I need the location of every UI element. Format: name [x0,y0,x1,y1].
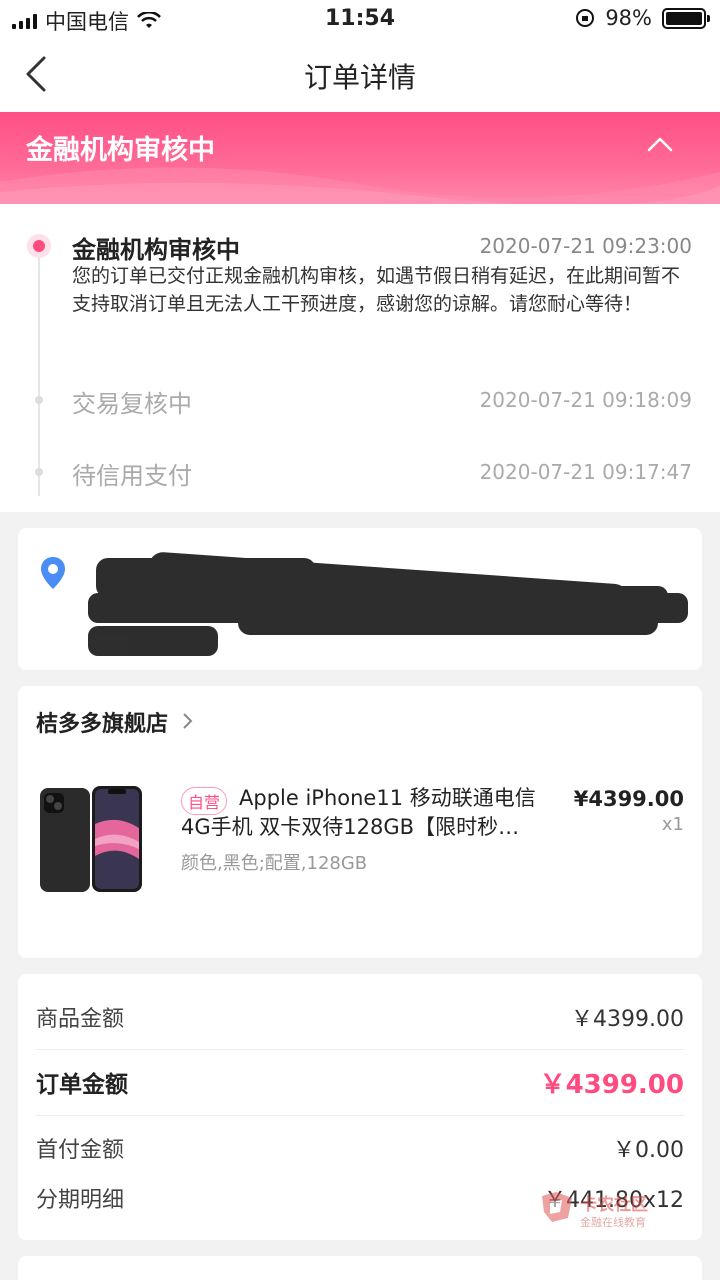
watermark-title: 卡农社区 [580,1195,648,1215]
timeline-dot-active [27,234,51,258]
divider [36,1115,684,1116]
nav-bar: 订单详情 [0,36,720,112]
down-payment-value: ￥0.00 [613,1138,684,1163]
timeline-status: 交易复核中 [72,390,192,418]
order-amount-label: 订单金额 [36,1072,128,1098]
store-name[interactable]: 桔多多旗舰店 [36,706,168,738]
timeline-description: 您的订单已交付正规金融机构审核，如遇节假日稍有延迟，在此期间暂不支持取消订单且无… [72,265,681,315]
chevron-right-icon[interactable] [182,712,194,730]
product-card: 桔多多旗舰店 Apple iPhone11 移动联通电信4G手机 双卡双待128… [18,686,702,958]
address-card[interactable] [18,528,702,670]
product-quantity: x1 [661,814,684,835]
down-payment-label: 首付金额 [36,1138,125,1163]
orientation-lock-icon [576,9,595,27]
down-payment-row: 首付金额 ￥0.00 [36,1131,684,1165]
redacted-address [88,552,688,656]
banner-title: 金融机构审核中 [26,135,215,166]
self-operated-tag: 自营 [181,787,228,815]
goods-amount-row: 商品金额 ￥4399.00 [36,1000,684,1034]
status-bar: 中国电信 11:54 98% [0,0,720,36]
timeline-status: 待信用支付 [72,462,192,490]
page-title: 订单详情 [303,61,416,94]
product-name[interactable]: Apple iPhone11 移动联通电信4G手机 双卡双待128GB【限时秒… [181,784,551,842]
timeline-time: 2020-07-21 09:17:47 [479,460,692,484]
watermark-subtitle: 金融在线教育 [580,1216,646,1229]
timeline-line [38,246,40,496]
product-image[interactable] [38,784,144,894]
watermark-logo-icon [542,1192,572,1222]
timeline-status: 金融机构审核中 [72,236,240,264]
timeline-time: 2020-07-21 09:18:09 [479,388,692,412]
goods-amount-value: ￥4399.00 [571,1007,684,1032]
order-timeline: 金融机构审核中 2020-07-21 09:23:00 您的订单已交付正规金融机… [0,204,720,512]
timeline-dot [35,396,43,404]
product-attributes: 颜色,黑色;配置,128GB [181,853,368,874]
order-amount-value: ￥4399.00 [539,1069,684,1100]
timeline-dot [35,468,43,476]
watermark: 卡农社区 金融在线教育 [538,1188,688,1232]
chevron-up-icon[interactable] [646,134,674,154]
location-pin-icon [41,557,65,589]
status-banner[interactable]: 金融机构审核中 [0,112,720,204]
timeline-time: 2020-07-21 09:23:00 [479,234,692,258]
product-price: ¥4399.00 [573,787,684,811]
installment-label: 分期明细 [36,1188,125,1213]
battery-icon [662,7,710,29]
battery-percent: 98% [605,6,652,30]
next-card [18,1256,702,1280]
goods-amount-label: 商品金额 [36,1007,125,1032]
divider [36,1049,684,1050]
order-amount-row: 订单金额 ￥4399.00 [36,1065,684,1100]
